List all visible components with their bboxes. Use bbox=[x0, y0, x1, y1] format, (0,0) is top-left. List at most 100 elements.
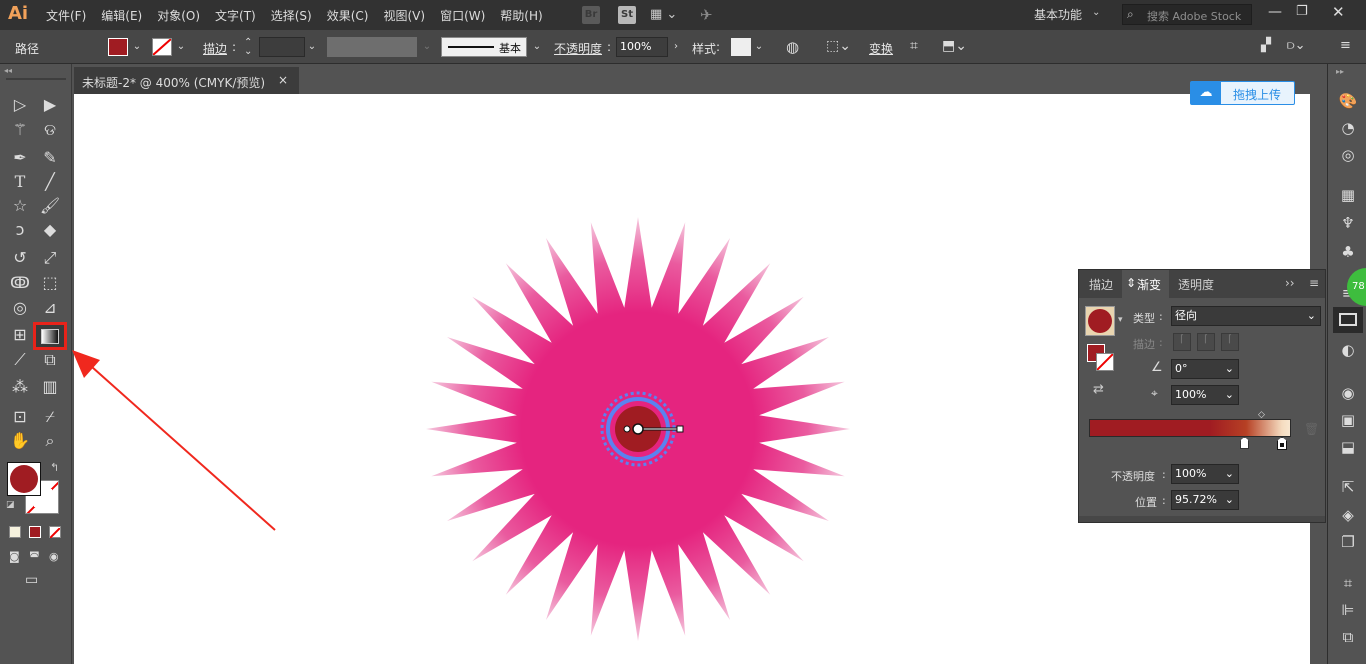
recolor-icon[interactable]: ◎ bbox=[1337, 144, 1359, 166]
upload-widget[interactable]: ☁ 拖拽上传 bbox=[1190, 81, 1295, 105]
menu-help[interactable]: 帮助(H) bbox=[500, 7, 542, 24]
layers-style-icon[interactable]: ⬓ bbox=[1337, 436, 1359, 458]
fill-color-box-front[interactable] bbox=[7, 462, 41, 496]
panel-menu-icon[interactable]: ≡ bbox=[1309, 276, 1319, 290]
symbols-icon[interactable]: ♣ bbox=[1337, 241, 1359, 263]
gradient-panel-icon[interactable] bbox=[1333, 307, 1363, 333]
draw-inside-icon[interactable]: ◉ bbox=[49, 550, 59, 563]
zoom-tool-icon[interactable]: ⌕ bbox=[39, 430, 61, 452]
apply-within-stroke-icon[interactable]: ⌈ bbox=[1173, 333, 1191, 351]
warp-tool-icon[interactable]: ↂ bbox=[9, 272, 31, 294]
gradient-slider[interactable] bbox=[1089, 419, 1291, 437]
swap-fill-stroke-icon[interactable]: ↰ bbox=[50, 461, 59, 474]
default-colors-icon[interactable]: ◪ bbox=[6, 500, 15, 510]
stock-button[interactable]: St bbox=[618, 6, 636, 24]
minimize-button[interactable]: — bbox=[1268, 4, 1282, 20]
profile-dropdown[interactable]: ⌄ bbox=[420, 37, 434, 57]
menu-file[interactable]: 文件(F) bbox=[46, 7, 86, 24]
panel-resize-grip[interactable] bbox=[1079, 516, 1325, 522]
screen-mode-icon[interactable]: ▭ bbox=[25, 572, 38, 588]
align-selection-icon[interactable]: ⬚⌄ bbox=[826, 38, 851, 54]
none-mode-icon[interactable] bbox=[49, 526, 61, 539]
lasso-tool-icon[interactable]: ଡ bbox=[39, 119, 61, 141]
export-icon[interactable]: ⇱ bbox=[1337, 476, 1359, 498]
brushes-icon[interactable]: ♆ bbox=[1337, 212, 1359, 234]
aspect-ratio-field[interactable]: 100% ⌄ bbox=[1171, 385, 1239, 405]
color-mode-icon[interactable] bbox=[9, 526, 21, 538]
style-swatch[interactable] bbox=[731, 38, 751, 56]
panel-expand-icon[interactable]: ›› bbox=[1285, 276, 1295, 290]
transform-link[interactable]: 变换 bbox=[869, 40, 893, 57]
style-dropdown[interactable]: ⌄ bbox=[752, 37, 766, 57]
gradient-focus-handle[interactable] bbox=[623, 425, 631, 433]
expand-dock-icon[interactable]: ▸▸ bbox=[1336, 67, 1344, 76]
arrange-icon[interactable]: ▞ bbox=[1261, 38, 1271, 53]
paintbrush-tool-icon[interactable]: 🖌 bbox=[39, 195, 61, 217]
tab-transparency[interactable]: 透明度 bbox=[1178, 276, 1214, 293]
pathfinder-icon[interactable]: ⧉ bbox=[1337, 626, 1359, 648]
menu-edit[interactable]: 编辑(E) bbox=[101, 7, 142, 24]
opacity-label[interactable]: 不透明度 bbox=[554, 40, 602, 57]
artboard-tool-icon[interactable]: ⊡ bbox=[9, 406, 31, 428]
column-graph-tool-icon[interactable]: ▥ bbox=[39, 376, 61, 398]
stop-location-field[interactable]: 95.72% ⌄ bbox=[1171, 490, 1239, 510]
artboards-icon[interactable]: ❐ bbox=[1337, 531, 1359, 553]
selection-tool-icon[interactable]: ▷ bbox=[9, 94, 31, 116]
direct-selection-tool-icon[interactable]: ▶ bbox=[39, 94, 61, 116]
fill-swatch[interactable] bbox=[108, 38, 128, 56]
scale-tool-icon[interactable]: ⤢ bbox=[39, 247, 61, 269]
symbol-sprayer-tool-icon[interactable]: ⁂ bbox=[9, 376, 31, 398]
stroke-gradient-swatch[interactable] bbox=[1096, 353, 1114, 371]
brush-dropdown[interactable]: ⌄ bbox=[530, 37, 544, 57]
eraser-tool-icon[interactable]: ◆ bbox=[39, 219, 61, 241]
star-tool-icon[interactable]: ☆ bbox=[9, 195, 31, 217]
menu-select[interactable]: 选择(S) bbox=[271, 7, 312, 24]
color-palette-icon[interactable]: 🎨 bbox=[1337, 90, 1359, 112]
gradient-stop-1[interactable] bbox=[1240, 437, 1249, 449]
opacity-field[interactable]: 100% bbox=[616, 37, 668, 57]
angle-field[interactable]: 0° ⌄ bbox=[1171, 359, 1239, 379]
gradient-origin-handle[interactable] bbox=[632, 423, 644, 435]
gradient-preview-swatch[interactable] bbox=[1085, 306, 1115, 336]
tab-stroke[interactable]: 描边 bbox=[1089, 276, 1113, 293]
document-tab[interactable]: 未标题-2* @ 400% (CMYK/预览) × bbox=[74, 67, 299, 94]
shaper-tool-icon[interactable]: ↄ bbox=[9, 219, 31, 241]
workspace-switcher[interactable]: 基本功能 bbox=[1034, 6, 1082, 23]
color-guide-icon[interactable]: ◔ bbox=[1337, 117, 1359, 139]
gradient-preset-dropdown[interactable]: ▾ bbox=[1118, 315, 1123, 325]
tab-gradient[interactable]: 渐变 bbox=[1137, 276, 1161, 293]
menu-window[interactable]: 窗口(W) bbox=[440, 7, 485, 24]
menu-view[interactable]: 视图(V) bbox=[383, 7, 425, 24]
apply-along-stroke-icon[interactable]: ⌈ bbox=[1197, 333, 1215, 351]
draw-normal-icon[interactable]: ◙ bbox=[9, 550, 20, 563]
menu-effect[interactable]: 效果(C) bbox=[327, 7, 369, 24]
arrange-documents-icon[interactable]: ▦ ⌄ bbox=[650, 7, 680, 23]
stroke-dropdown[interactable]: ⌄ bbox=[174, 37, 188, 57]
magic-wand-tool-icon[interactable]: ⚚ bbox=[9, 119, 31, 141]
stroke-weight-field[interactable] bbox=[259, 37, 305, 57]
eyedropper-tool-icon[interactable]: ⟋ bbox=[9, 349, 31, 371]
gradient-mode-icon[interactable] bbox=[29, 526, 41, 538]
gradient-stop-2-selected[interactable] bbox=[1277, 437, 1287, 450]
close-tab-icon[interactable]: × bbox=[278, 73, 288, 87]
line-tool-icon[interactable]: ╱ bbox=[39, 171, 61, 193]
reverse-gradient-icon[interactable]: ⇄ bbox=[1093, 382, 1104, 397]
draw-behind-icon[interactable]: ◚ bbox=[29, 550, 40, 563]
opacity-arrow[interactable]: › bbox=[669, 37, 683, 57]
gradient-tool-button[interactable] bbox=[33, 322, 67, 350]
pen-tool-icon[interactable]: ✒ bbox=[9, 147, 31, 169]
stop-opacity-field[interactable]: 100% ⌄ bbox=[1171, 464, 1239, 484]
align-icon[interactable]: ⊫ bbox=[1337, 599, 1359, 621]
libraries-icon[interactable]: ▦ bbox=[1337, 184, 1359, 206]
graphic-styles-icon[interactable]: ▣ bbox=[1337, 409, 1359, 431]
hand-tool-icon[interactable]: ✋ bbox=[9, 430, 31, 452]
rotate-tool-icon[interactable]: ↺ bbox=[9, 247, 31, 269]
edit-contents-icon[interactable]: ⬒⌄ bbox=[942, 38, 967, 54]
stroke-weight-dropdown[interactable]: ⌄ bbox=[305, 37, 319, 57]
transparency-icon[interactable]: ◐ bbox=[1337, 339, 1359, 361]
collapse-toolbar-icon[interactable]: ◂◂ bbox=[4, 66, 12, 75]
shape-builder-tool-icon[interactable]: ◎ bbox=[9, 297, 31, 319]
type-tool-icon[interactable]: T bbox=[9, 171, 31, 193]
slice-tool-icon[interactable]: ⌿ bbox=[39, 406, 61, 428]
restore-button[interactable]: ❐ bbox=[1296, 4, 1308, 19]
